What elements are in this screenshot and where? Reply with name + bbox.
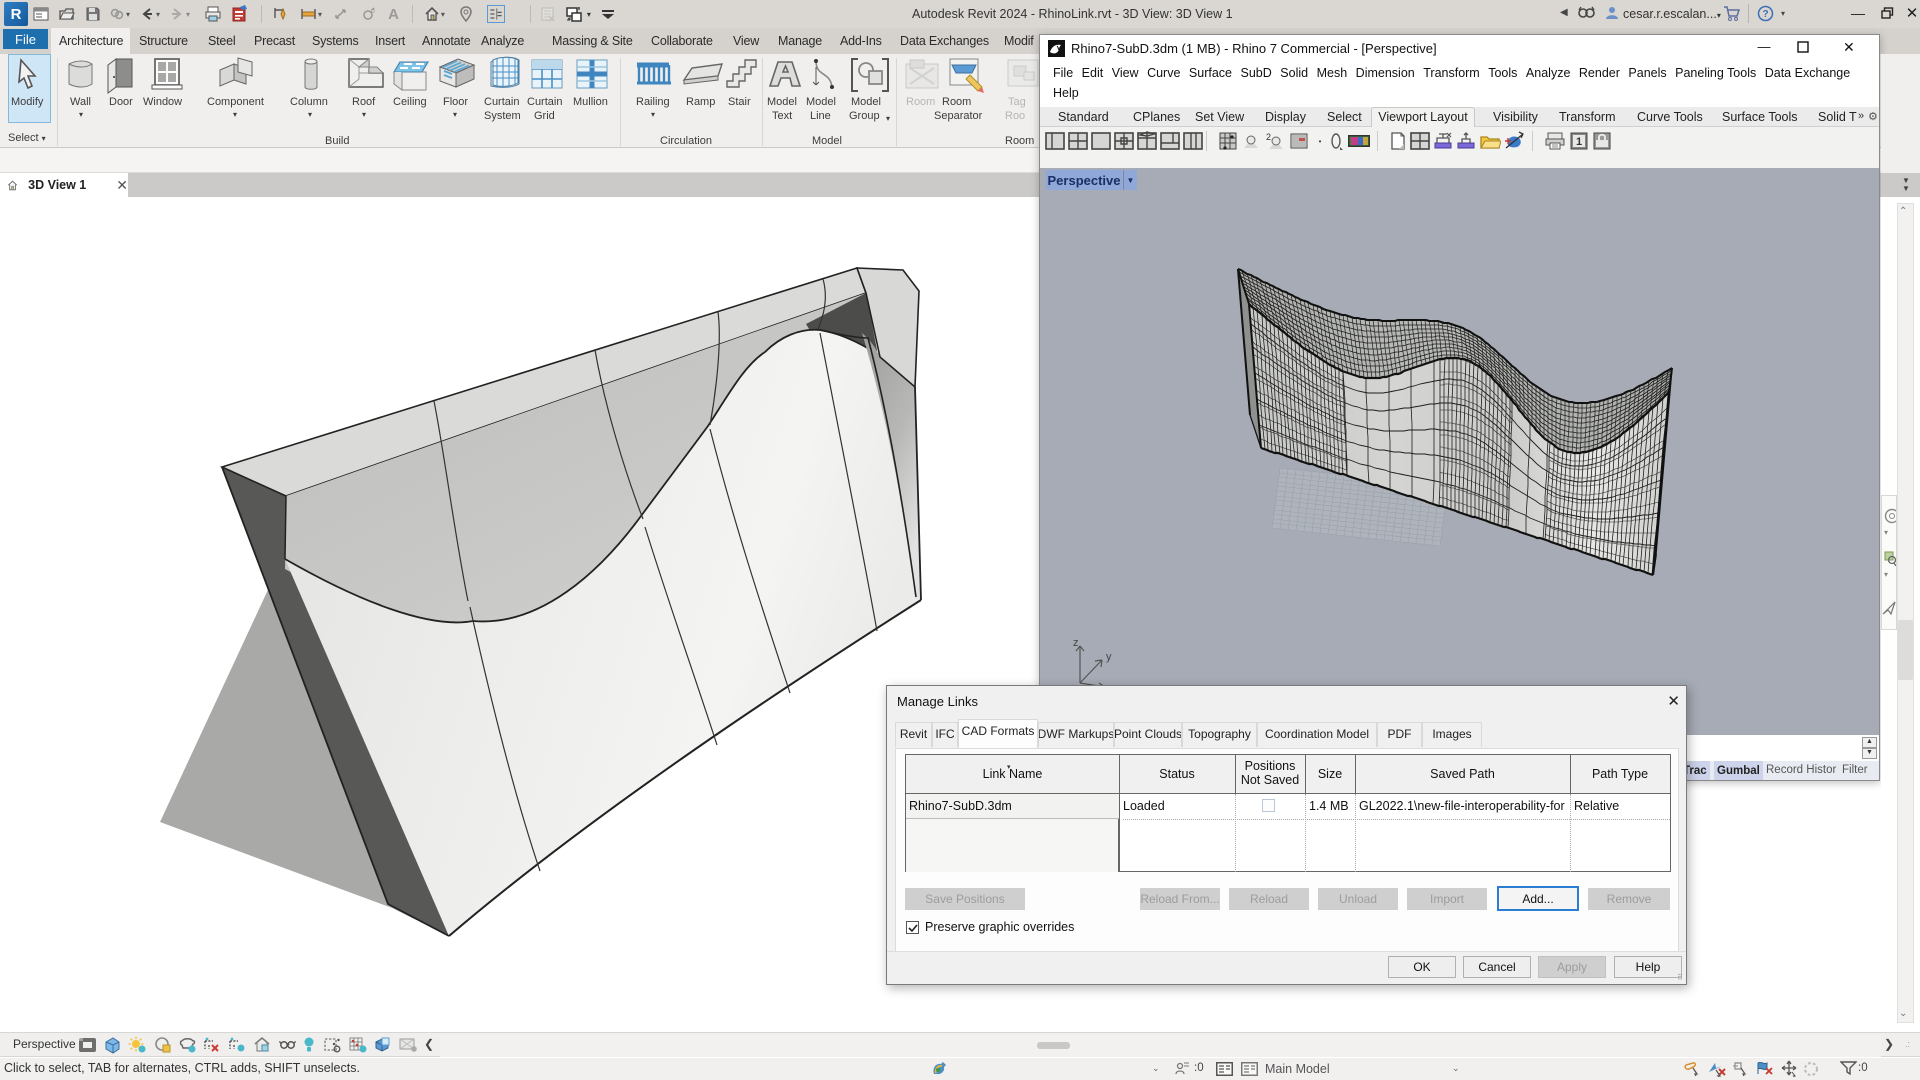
- svg-text:y: y: [1106, 651, 1112, 663]
- svg-text:o: o: [371, 8, 375, 15]
- svg-text:?: ?: [1763, 9, 1769, 20]
- svg-text:1: 1: [1576, 136, 1582, 148]
- svg-text:z: z: [1073, 637, 1079, 649]
- svg-text:2: 2: [1266, 132, 1271, 142]
